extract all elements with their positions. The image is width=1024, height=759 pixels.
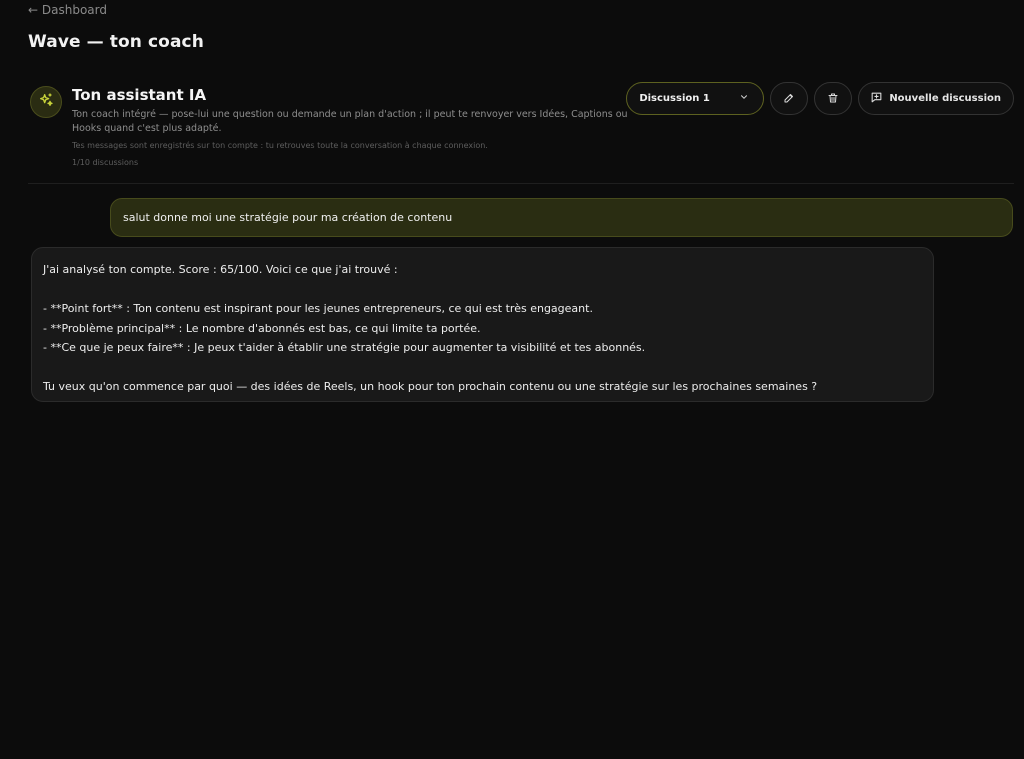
coach-page: ← Dashboard Wave — ton coach Ton assista… bbox=[0, 0, 1024, 759]
new-discussion-button[interactable]: Nouvelle discussion bbox=[858, 82, 1014, 115]
assistant-message-point: - **Ce que je peux faire** : Je peux t'a… bbox=[43, 341, 646, 354]
assistant-message-point: - **Problème principal** : Le nombre d'a… bbox=[43, 321, 481, 335]
rename-discussion-button[interactable] bbox=[770, 82, 809, 115]
assistant-name: Ton assistant IA bbox=[72, 86, 207, 104]
assistant-message-question: Tu veux qu'on commence par quoi — des id… bbox=[43, 380, 818, 393]
storage-note: Tes messages sont enregistrés sur ton co… bbox=[72, 141, 488, 150]
selected-discussion: Discussion 1 bbox=[639, 93, 710, 104]
discussion-controls: Discussion 1 Nouvelle discussion bbox=[626, 82, 1014, 115]
discussion-count: 1/10 discussions bbox=[72, 158, 139, 167]
chevron-down-icon bbox=[739, 92, 749, 105]
assistant-avatar bbox=[30, 86, 62, 118]
page-title: Wave — ton coach bbox=[28, 32, 204, 52]
new-discussion-label: Nouvelle discussion bbox=[889, 93, 1001, 104]
trash-icon bbox=[827, 89, 839, 108]
assistant-message-intro: J'ai analysé ton compte. Score : 65/100.… bbox=[43, 263, 398, 276]
user-message-text: salut donne moi une stratégie pour ma cr… bbox=[123, 211, 453, 224]
user-message: salut donne moi une stratégie pour ma cr… bbox=[110, 198, 1013, 237]
assistant-description: Ton coach intégré — pose-lui une questio… bbox=[72, 109, 628, 134]
header-divider bbox=[28, 183, 1014, 184]
discussion-select[interactable]: Discussion 1 bbox=[626, 82, 765, 115]
assistant-message: J'ai analysé ton compte. Score : 65/100.… bbox=[31, 247, 934, 402]
pencil-icon bbox=[783, 89, 795, 108]
assistant-message-point: - **Point fort** : Ton contenu est inspi… bbox=[43, 302, 593, 315]
sparkles-icon bbox=[38, 92, 54, 112]
back-to-dashboard-link[interactable]: ← Dashboard bbox=[28, 3, 107, 17]
delete-discussion-button[interactable] bbox=[814, 82, 853, 115]
message-plus-icon bbox=[870, 91, 883, 107]
